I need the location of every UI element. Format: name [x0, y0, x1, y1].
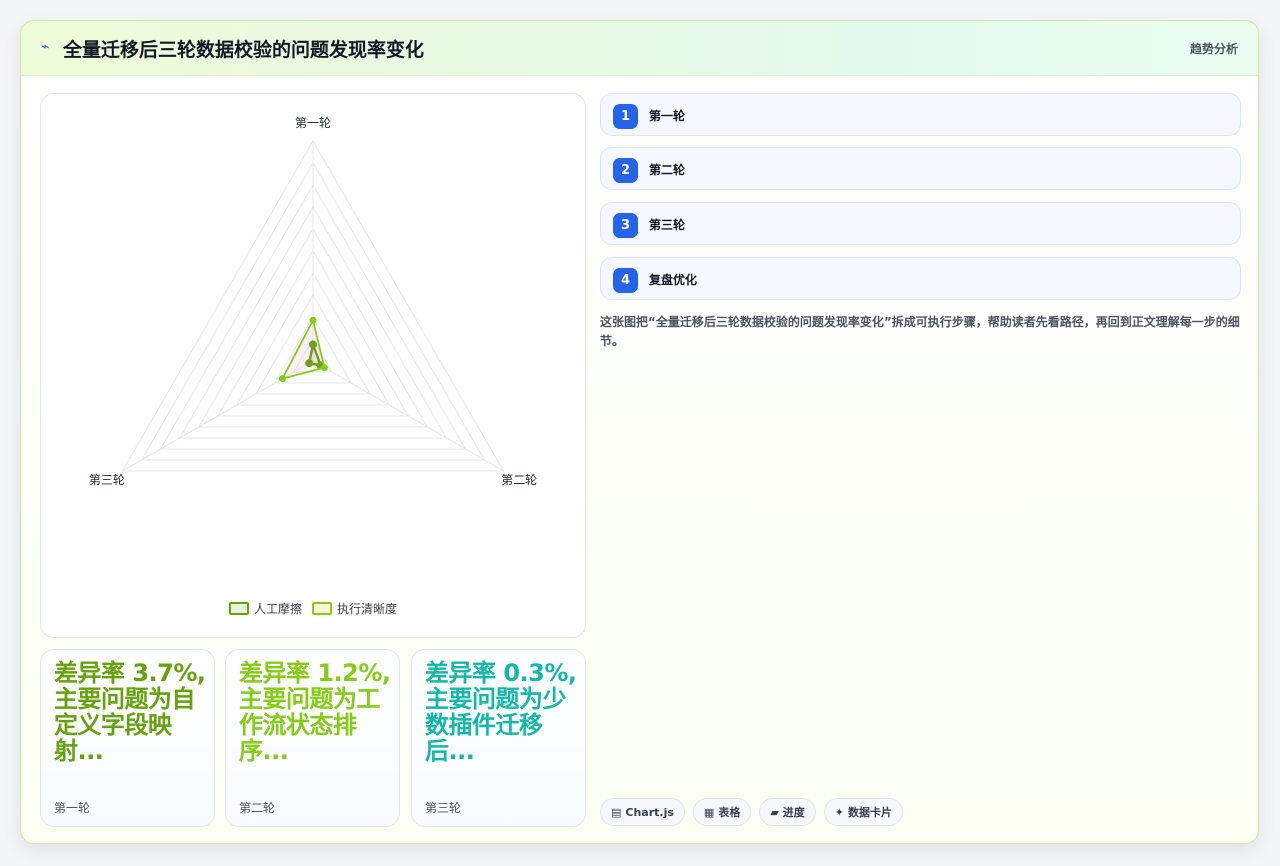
main-card: ⌁ 全量迁移后三轮数据校验的问题发现率变化 趋势分析 第一轮 第二轮 第三轮 人工摩…	[20, 20, 1259, 844]
radar-data-point	[309, 316, 317, 324]
radar-axis-label: 第三轮	[89, 473, 125, 487]
step-item-3[interactable]: 3 第三轮	[600, 202, 1241, 245]
step-item-4[interactable]: 4 复盘优化	[600, 257, 1241, 300]
stat-card-round-2: 差异率 1.2%, 主要问题为工作流状态排序... 第二轮	[225, 649, 400, 827]
chart-description: 这张图把“全量迁移后三轮数据校验的问题发现率变化”拆成可执行步骤，帮助读者先看路…	[600, 315, 1240, 348]
step-label: 第三轮	[649, 218, 686, 232]
stat-label: 第一轮	[54, 801, 91, 815]
legend-label: 执行清晰度	[337, 602, 398, 616]
step-number-badge: 4	[613, 268, 638, 293]
tag-progress[interactable]: ▰ 进度	[759, 798, 816, 826]
page-title: 全量迁移后三轮数据校验的问题发现率变化	[63, 39, 425, 61]
legend-item-series-2[interactable]: 执行清晰度	[312, 600, 397, 617]
step-label: 复盘优化	[649, 273, 698, 287]
step-label: 第二轮	[649, 163, 686, 177]
stat-card-round-3: 差异率 0.3%, 主要问题为少数插件迁移后... 第三轮	[411, 649, 586, 827]
tag-label: 数据卡片	[848, 806, 893, 819]
chart-legend: 人工摩擦 执行清晰度	[41, 600, 585, 617]
trend-line-icon: ⌁	[41, 39, 50, 55]
legend-item-series-1[interactable]: 人工摩擦	[228, 600, 302, 617]
stat-value: 差异率 1.2%, 主要问题为工作流状态排序...	[239, 660, 391, 765]
category-badge: 趋势分析	[1189, 42, 1238, 56]
step-number-badge: 1	[613, 104, 638, 129]
step-number-badge: 2	[613, 158, 638, 183]
tag-chartjs[interactable]: ▤ Chart.js	[600, 798, 685, 826]
legend-swatch	[228, 602, 249, 615]
step-label: 第一轮	[649, 109, 686, 123]
table-icon: ▦	[703, 805, 715, 819]
tag-label: 表格	[718, 806, 741, 819]
card-header: ⌁ 全量迁移后三轮数据校验的问题发现率变化 趋势分析	[21, 21, 1258, 76]
tag-table[interactable]: ▦ 表格	[692, 798, 752, 826]
radar-chart-panel: 第一轮第二轮 第三轮 人工摩擦 执行清晰度	[40, 93, 586, 638]
radar-data-point	[279, 375, 287, 383]
stat-value: 差异率 0.3%, 主要问题为少数插件迁移后...	[425, 660, 577, 765]
step-item-1[interactable]: 1 第一轮	[600, 93, 1241, 136]
tag-label: Chart.js	[625, 805, 674, 819]
radar-axis-label: 第一轮	[295, 116, 331, 130]
legend-swatch	[312, 602, 332, 615]
stat-card-round-1: 差异率 3.7%, 主要问题为自定义字段映射... 第一轮	[40, 649, 215, 827]
sparkle-icon: ✦	[834, 805, 845, 819]
radar-chart: 第一轮第二轮 第三轮	[89, 116, 537, 487]
step-item-2[interactable]: 2 第二轮	[600, 147, 1241, 190]
progress-icon: ▰	[770, 805, 779, 819]
stat-value: 差异率 3.7%, 主要问题为自定义字段映射...	[54, 660, 206, 765]
stat-label: 第二轮	[239, 801, 276, 815]
radar-series-area	[280, 317, 326, 380]
stat-label: 第三轮	[425, 801, 462, 815]
radar-axis-label: 第二轮	[501, 473, 537, 487]
step-number-badge: 3	[613, 213, 638, 238]
radar-data-point	[320, 364, 328, 372]
legend-label: 人工摩擦	[253, 602, 302, 616]
chart-icon: ▤	[611, 805, 622, 819]
tag-label: 进度	[782, 806, 805, 819]
tag-data-card[interactable]: ✦ 数据卡片	[823, 798, 904, 826]
tag-row: ▤ Chart.js ▦ 表格 ▰ 进度 ✦ 数据卡片	[600, 798, 904, 826]
